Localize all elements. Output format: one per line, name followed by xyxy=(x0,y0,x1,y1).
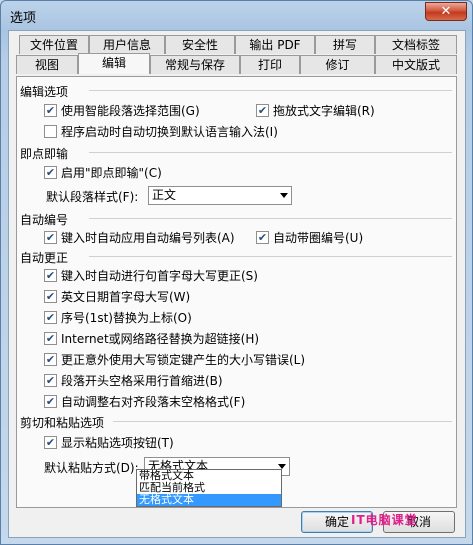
checkbox-checked-icon: ✔ xyxy=(44,269,57,282)
paste-options-list[interactable]: 带格式文本 匹配当前格式 无格式文本 xyxy=(136,469,282,507)
autocorrect-item[interactable]: ✔ 键入时自动进行句首字母大写更正(S) xyxy=(44,267,258,284)
chevron-down-icon xyxy=(280,193,288,198)
autocorrect-item[interactable]: ✔ Internet或网络路径替换为超链接(H) xyxy=(44,330,259,347)
divider xyxy=(89,90,452,91)
autocorrect-label: 更正意外使用大写锁定键产生的大小写错误(L) xyxy=(61,353,306,367)
checkbox-checked-icon: ✔ xyxy=(44,104,57,117)
autocorrect-label: 自动调整右对齐段落末空格格式(F) xyxy=(61,395,246,409)
checkbox-checked-icon: ✔ xyxy=(44,436,57,449)
auto-ime-checkbox[interactable]: 程序启动时自动切换到默认语言输入法(I) xyxy=(44,123,278,140)
checkbox-checked-icon: ✔ xyxy=(256,231,269,244)
autocorrect-item[interactable]: ✔ 英文日期首字母大写(W) xyxy=(44,288,190,305)
click-type-label: 启用"即点即输"(C) xyxy=(61,166,162,180)
checkbox-checked-icon: ✔ xyxy=(44,353,57,366)
checkbox-unchecked-icon xyxy=(44,125,57,138)
autocorrect-label: Internet或网络路径替换为超链接(H) xyxy=(61,332,260,346)
checkbox-checked-icon: ✔ xyxy=(44,332,57,345)
divider xyxy=(89,218,452,219)
smart-paragraph-label: 使用智能段落选择范围(G) xyxy=(61,104,200,118)
section-title-edit-options: 编辑选项 xyxy=(20,85,69,99)
section-title-cut-paste: 剪切和粘贴选项 xyxy=(20,416,105,430)
watermark-logo: IT电脑课堂 xyxy=(351,513,418,527)
checkbox-checked-icon: ✔ xyxy=(44,311,57,324)
close-icon: ✕ xyxy=(440,4,452,19)
smart-paragraph-checkbox[interactable]: ✔ 使用智能段落选择范围(G) xyxy=(44,102,200,119)
checkbox-checked-icon: ✔ xyxy=(44,374,57,387)
show-paste-button-label: 显示粘贴选项按钮(T) xyxy=(61,436,174,450)
default-style-dropdown[interactable]: 正文 xyxy=(148,186,292,205)
autocorrect-label: 英文日期首字母大写(W) xyxy=(61,290,191,304)
default-style-label: 默认段落样式(F): xyxy=(46,190,139,204)
checkbox-checked-icon: ✔ xyxy=(44,166,57,179)
options-dialog: 选项 ✕ 文件位置 用户信息 安全性 输出 PDF 拼写 文档标签 视图 编辑 … xyxy=(0,0,473,545)
autocorrect-label: 段落开头空格采用行首缩进(B) xyxy=(61,374,223,388)
auto-circle-label: 自动带圈编号(U) xyxy=(273,231,364,245)
click-type-checkbox[interactable]: ✔ 启用"即点即输"(C) xyxy=(44,164,162,181)
default-style-value: 正文 xyxy=(152,188,177,202)
tab-security[interactable]: 安全性 xyxy=(165,35,235,54)
paste-option-selected[interactable]: 无格式文本 xyxy=(137,494,281,506)
close-button[interactable]: ✕ xyxy=(425,2,467,21)
auto-list-checkbox[interactable]: ✔ 键入时自动应用自动编号列表(A) xyxy=(44,229,235,246)
tab-general-save[interactable]: 常规与保存 xyxy=(150,55,240,74)
tab-document-tabs[interactable]: 文档标签 xyxy=(375,35,457,54)
divider xyxy=(89,256,452,257)
checkbox-checked-icon: ✔ xyxy=(44,395,57,408)
default-paste-label: 默认粘贴方式(D): xyxy=(44,461,139,475)
edit-panel: 编辑选项 ✔ 使用智能段落选择范围(G) ✔ 拖放式文字编辑(R) 程序启动时自… xyxy=(16,76,457,508)
tab-chinese-layout[interactable]: 中文版式 xyxy=(375,55,457,74)
tab-revisions[interactable]: 修订 xyxy=(300,55,375,74)
tab-export-pdf[interactable]: 输出 PDF xyxy=(235,35,315,54)
autocorrect-item[interactable]: ✔ 序号(1st)替换为上标(O) xyxy=(44,309,192,326)
drag-drop-label: 拖放式文字编辑(R) xyxy=(273,104,375,118)
checkbox-checked-icon: ✔ xyxy=(44,290,57,303)
autocorrect-item[interactable]: ✔ 自动调整右对齐段落末空格格式(F) xyxy=(44,393,245,410)
auto-circle-checkbox[interactable]: ✔ 自动带圈编号(U) xyxy=(256,229,363,246)
show-paste-button-checkbox[interactable]: ✔ 显示粘贴选项按钮(T) xyxy=(44,434,174,451)
dialog-client: 文件位置 用户信息 安全性 输出 PDF 拼写 文档标签 视图 编辑 常规与保存… xyxy=(8,30,466,538)
drag-drop-checkbox[interactable]: ✔ 拖放式文字编辑(R) xyxy=(256,102,375,119)
autocorrect-item[interactable]: ✔ 更正意外使用大写锁定键产生的大小写错误(L) xyxy=(44,351,305,368)
divider xyxy=(113,421,452,422)
tab-spelling[interactable]: 拼写 xyxy=(315,35,375,54)
divider xyxy=(89,152,452,153)
checkbox-checked-icon: ✔ xyxy=(44,231,57,244)
tab-user-info[interactable]: 用户信息 xyxy=(89,35,165,54)
tab-view[interactable]: 视图 xyxy=(16,55,78,74)
autocorrect-item[interactable]: ✔ 段落开头空格采用行首缩进(B) xyxy=(44,372,223,389)
tab-print[interactable]: 打印 xyxy=(240,55,300,74)
tab-file-locations[interactable]: 文件位置 xyxy=(19,35,89,54)
auto-ime-label: 程序启动时自动切换到默认语言输入法(I) xyxy=(61,125,278,139)
section-title-auto-correct: 自动更正 xyxy=(20,251,69,265)
auto-list-label: 键入时自动应用自动编号列表(A) xyxy=(61,231,235,245)
window-title: 选项 xyxy=(10,11,37,26)
tab-edit[interactable]: 编辑 xyxy=(78,53,150,74)
autocorrect-label: 序号(1st)替换为上标(O) xyxy=(61,311,192,325)
section-title-auto-numbering: 自动编号 xyxy=(20,213,69,227)
autocorrect-label: 键入时自动进行句首字母大写更正(S) xyxy=(61,269,258,283)
checkbox-checked-icon: ✔ xyxy=(256,104,269,117)
title-bar[interactable]: 选项 ✕ xyxy=(1,1,472,29)
section-title-click-type: 即点即输 xyxy=(20,147,69,161)
